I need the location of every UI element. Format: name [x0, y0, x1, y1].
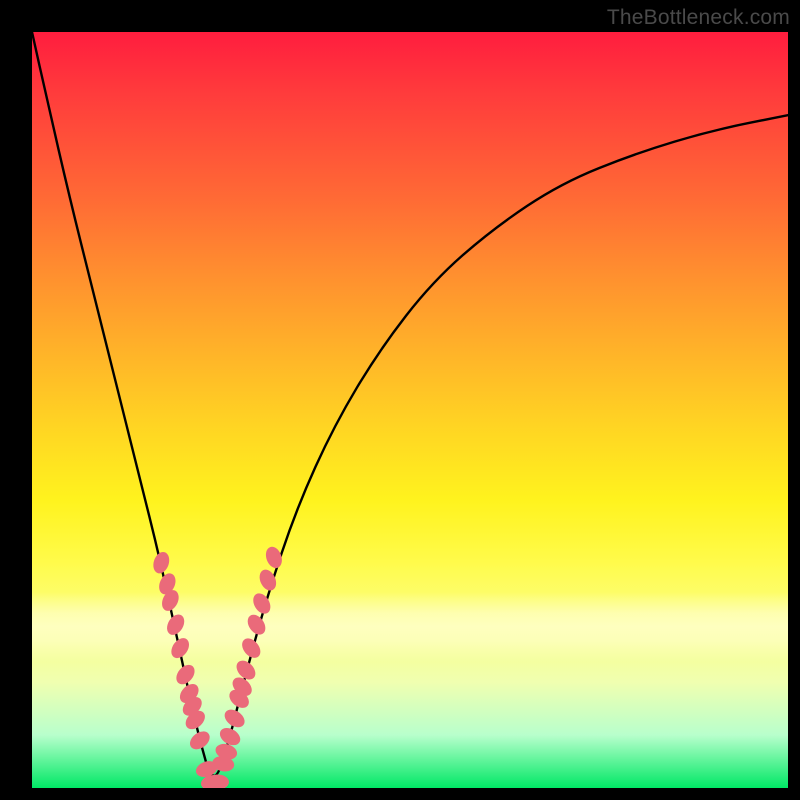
highlight-marker — [250, 590, 274, 617]
plot-svg — [32, 32, 788, 788]
highlight-marker — [244, 611, 269, 638]
watermark-text: TheBottleneck.com — [607, 6, 790, 30]
bottleneck-curve — [32, 32, 788, 776]
highlight-marker — [151, 550, 172, 576]
highlight-marker — [173, 661, 199, 687]
highlight-marker — [187, 728, 214, 753]
highlight-marker — [164, 611, 188, 638]
plot-area — [32, 32, 788, 788]
highlight-marker — [168, 635, 193, 662]
chart-frame: TheBottleneck.com — [0, 0, 800, 800]
highlight-marker — [221, 706, 248, 731]
highlighted-points — [151, 545, 285, 788]
highlight-marker — [263, 545, 285, 571]
